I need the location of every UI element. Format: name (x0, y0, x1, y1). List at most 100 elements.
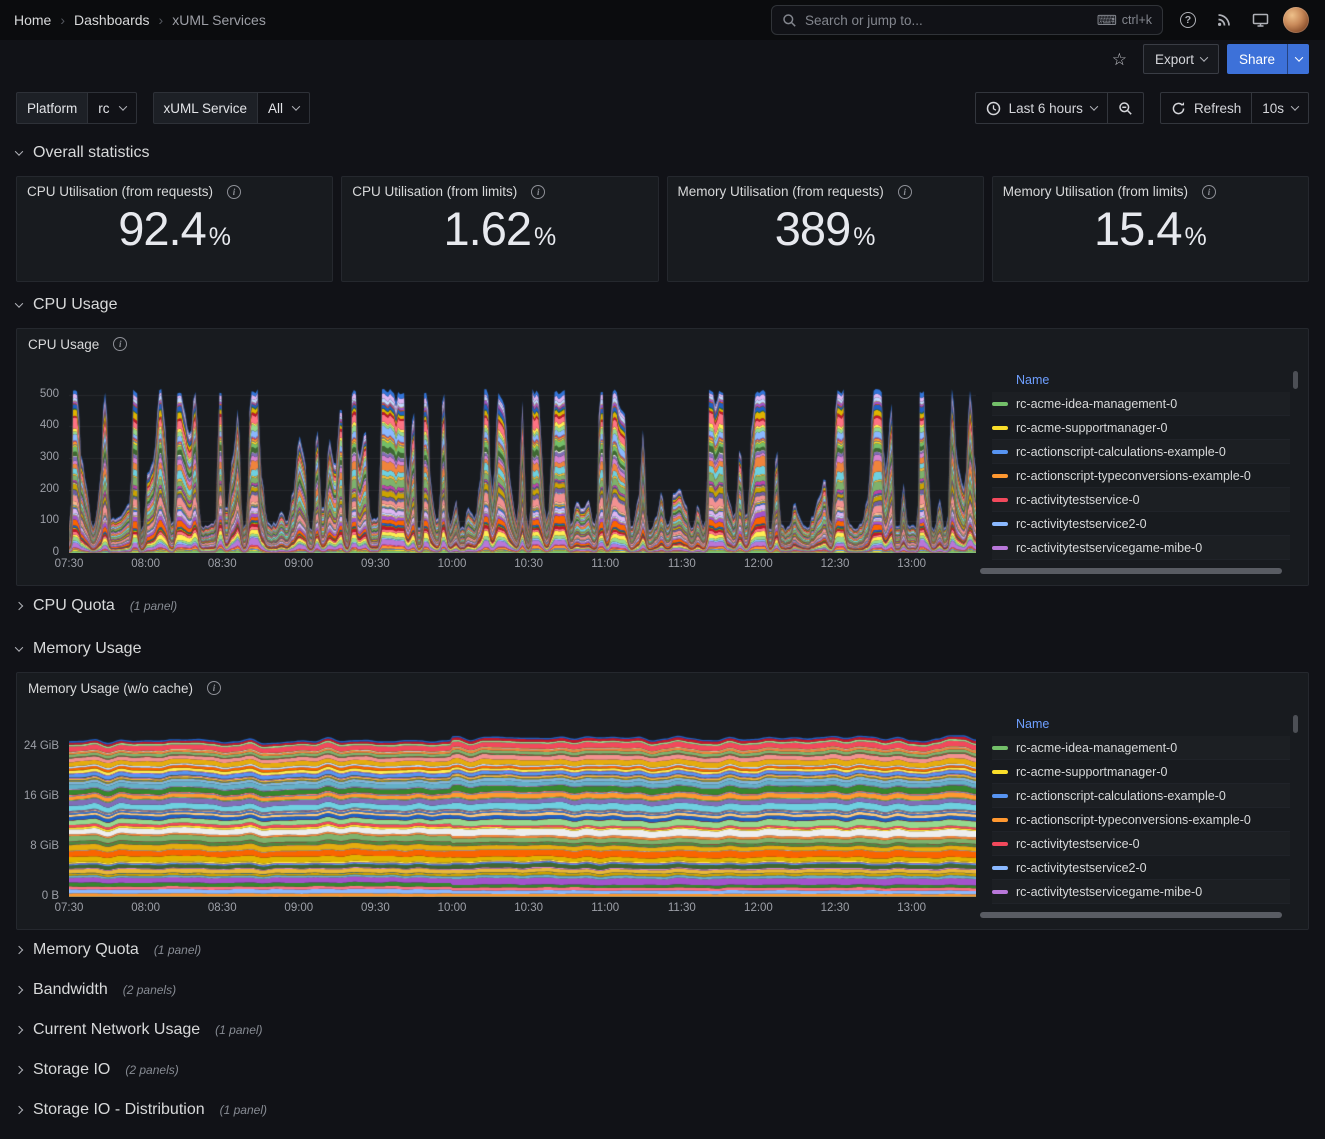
section-panel-count: (1 panel) (215, 1023, 262, 1037)
legend-item[interactable]: rc-actionscript-calculations-example-0 (992, 440, 1290, 464)
cpu-usage-chart-canvas[interactable] (69, 385, 976, 553)
refresh-interval-value: 10s (1262, 101, 1284, 116)
chevron-down-icon (15, 299, 23, 307)
share-button[interactable]: Share (1227, 44, 1287, 74)
legend-item[interactable]: rc-acme-supportmanager-0 (992, 760, 1290, 784)
xuml-service-variable-label: xUML Service (153, 92, 259, 124)
memory-usage-legend: Name rc-acme-idea-management-0 rc-acme-su… (980, 703, 1298, 921)
y-tick-label: 100 (40, 514, 59, 526)
zoom-out-icon (1118, 101, 1133, 116)
series-color-icon (992, 426, 1008, 430)
xuml-service-variable-dropdown[interactable]: All (258, 92, 310, 124)
series-color-icon (992, 546, 1008, 550)
favorite-star-button[interactable]: ☆ (1112, 51, 1127, 68)
section-storage-io-distribution[interactable]: Storage IO - Distribution (1 panel) (0, 1090, 1325, 1130)
time-picker-group: Last 6 hours (975, 92, 1144, 124)
panel-header[interactable]: CPU Usage i (17, 329, 1308, 359)
y-axis: 0 B8 GiB16 GiB24 GiB (23, 729, 65, 897)
legend-item[interactable]: rc-actionscript-calculations-example-0 (992, 784, 1290, 808)
legend-item[interactable]: rc-actionscript-typeconversions-example-… (992, 808, 1290, 832)
legend-list: rc-acme-idea-management-0 rc-acme-support… (992, 736, 1290, 904)
legend-item[interactable]: rc-activitytestservicegame-mibe-0 (992, 880, 1290, 904)
news-feed-button[interactable] (1209, 5, 1239, 35)
legend-item-label: rc-activitytestservicegame-mibe-0 (1016, 541, 1202, 555)
legend-item[interactable]: rc-activitytestservice2-0 (992, 856, 1290, 880)
refresh-group: Refresh 10s (1160, 92, 1309, 124)
x-tick-label: 12:30 (818, 558, 852, 570)
section-storage-io[interactable]: Storage IO (2 panels) (0, 1050, 1325, 1090)
legend-item[interactable]: rc-acme-supportmanager-0 (992, 416, 1290, 440)
legend-item-label: rc-activitytestservicegame-mibe-0 (1016, 885, 1202, 899)
legend-horizontal-scrollbar[interactable] (980, 568, 1282, 574)
search-input[interactable] (805, 13, 1089, 28)
rss-icon (1216, 12, 1232, 28)
x-tick-label: 11:00 (588, 902, 622, 914)
section-bandwidth[interactable]: Bandwidth (2 panels) (0, 970, 1325, 1010)
chevron-right-icon (15, 1026, 23, 1034)
zoom-out-button[interactable] (1107, 92, 1144, 124)
share-menu-button[interactable] (1287, 44, 1309, 74)
legend-item[interactable]: rc-activitytestservice-0 (992, 488, 1290, 512)
clock-icon (986, 101, 1001, 116)
legend-horizontal-scrollbar[interactable] (980, 912, 1282, 918)
legend-item[interactable]: rc-acme-idea-management-0 (992, 392, 1290, 416)
series-color-icon (992, 794, 1008, 798)
chevron-right-icon (15, 602, 23, 610)
legend-item-label: rc-activitytestservice-0 (1016, 493, 1140, 507)
xuml-service-variable: xUML Service All (153, 92, 311, 124)
y-tick-label: 0 (53, 546, 59, 558)
dashboard-toolbar: ☆ Export Share (0, 40, 1325, 78)
chevron-down-icon (1294, 53, 1302, 61)
legend-vertical-scrollbar[interactable] (1293, 371, 1298, 389)
legend-item[interactable]: rc-activitytestservice-0 (992, 832, 1290, 856)
legend-name-header[interactable]: Name (992, 715, 1290, 736)
legend-item[interactable]: rc-acme-idea-management-0 (992, 736, 1290, 760)
stat-panel-cpu-limits: CPU Utilisation (from limits) i 1.62% (341, 176, 658, 282)
breadcrumb-dashboards[interactable]: Dashboards (74, 12, 150, 28)
chevron-down-icon (1291, 102, 1299, 110)
section-current-network-usage[interactable]: Current Network Usage (1 panel) (0, 1010, 1325, 1050)
export-button[interactable]: Export (1143, 44, 1219, 74)
section-memory-quota[interactable]: Memory Quota (1 panel) (0, 930, 1325, 970)
legend-item[interactable]: rc-activitytestservicegame-mibe-0 (992, 536, 1290, 560)
legend-vertical-scrollbar[interactable] (1293, 715, 1298, 733)
legend-name-header[interactable]: Name (992, 371, 1290, 392)
time-range-button[interactable]: Last 6 hours (975, 92, 1108, 124)
refresh-button[interactable]: Refresh (1160, 92, 1252, 124)
help-button[interactable]: ? (1173, 5, 1203, 35)
breadcrumb-home[interactable]: Home (14, 12, 51, 28)
y-tick-label: 300 (40, 451, 59, 463)
legend-item[interactable]: rc-activitytestservice2-0 (992, 512, 1290, 536)
display-button[interactable] (1245, 5, 1275, 35)
section-cpu-usage[interactable]: CPU Usage (0, 282, 1325, 328)
platform-variable-dropdown[interactable]: rc (88, 92, 136, 124)
legend-item-label: rc-actionscript-typeconversions-example-… (1016, 469, 1251, 483)
x-tick-label: 12:00 (741, 558, 775, 570)
section-cpu-quota[interactable]: CPU Quota (1 panel) (0, 586, 1325, 626)
user-avatar-button[interactable] (1281, 5, 1311, 35)
section-memory-usage[interactable]: Memory Usage (0, 626, 1325, 672)
section-overall-statistics[interactable]: Overall statistics (0, 130, 1325, 176)
section-panel-count: (2 panels) (123, 983, 176, 997)
section-title: CPU Usage (33, 296, 117, 314)
panel-header[interactable]: Memory Usage (w/o cache) i (17, 673, 1308, 703)
legend-item[interactable]: rc-actionscript-typeconversions-example-… (992, 464, 1290, 488)
x-tick-label: 08:00 (129, 902, 163, 914)
memory-usage-chart-canvas[interactable] (69, 729, 976, 897)
x-tick-label: 13:00 (895, 902, 929, 914)
chevron-right-icon (15, 946, 23, 954)
platform-variable: Platform rc (16, 92, 137, 124)
section-panel-count: (1 panel) (154, 943, 201, 957)
x-tick-label: 10:30 (512, 558, 546, 570)
series-color-icon (992, 450, 1008, 454)
info-icon[interactable]: i (207, 681, 221, 695)
info-icon[interactable]: i (113, 337, 127, 351)
search-bar[interactable]: ⌨ ctrl+k (771, 5, 1163, 35)
refresh-interval-dropdown[interactable]: 10s (1251, 92, 1309, 124)
x-tick-label: 09:30 (358, 902, 392, 914)
section-title: Current Network Usage (33, 1021, 200, 1039)
x-tick-label: 09:30 (358, 558, 392, 570)
series-color-icon (992, 818, 1008, 822)
x-tick-label: 11:00 (588, 558, 622, 570)
legend-item-label: rc-acme-idea-management-0 (1016, 741, 1177, 755)
